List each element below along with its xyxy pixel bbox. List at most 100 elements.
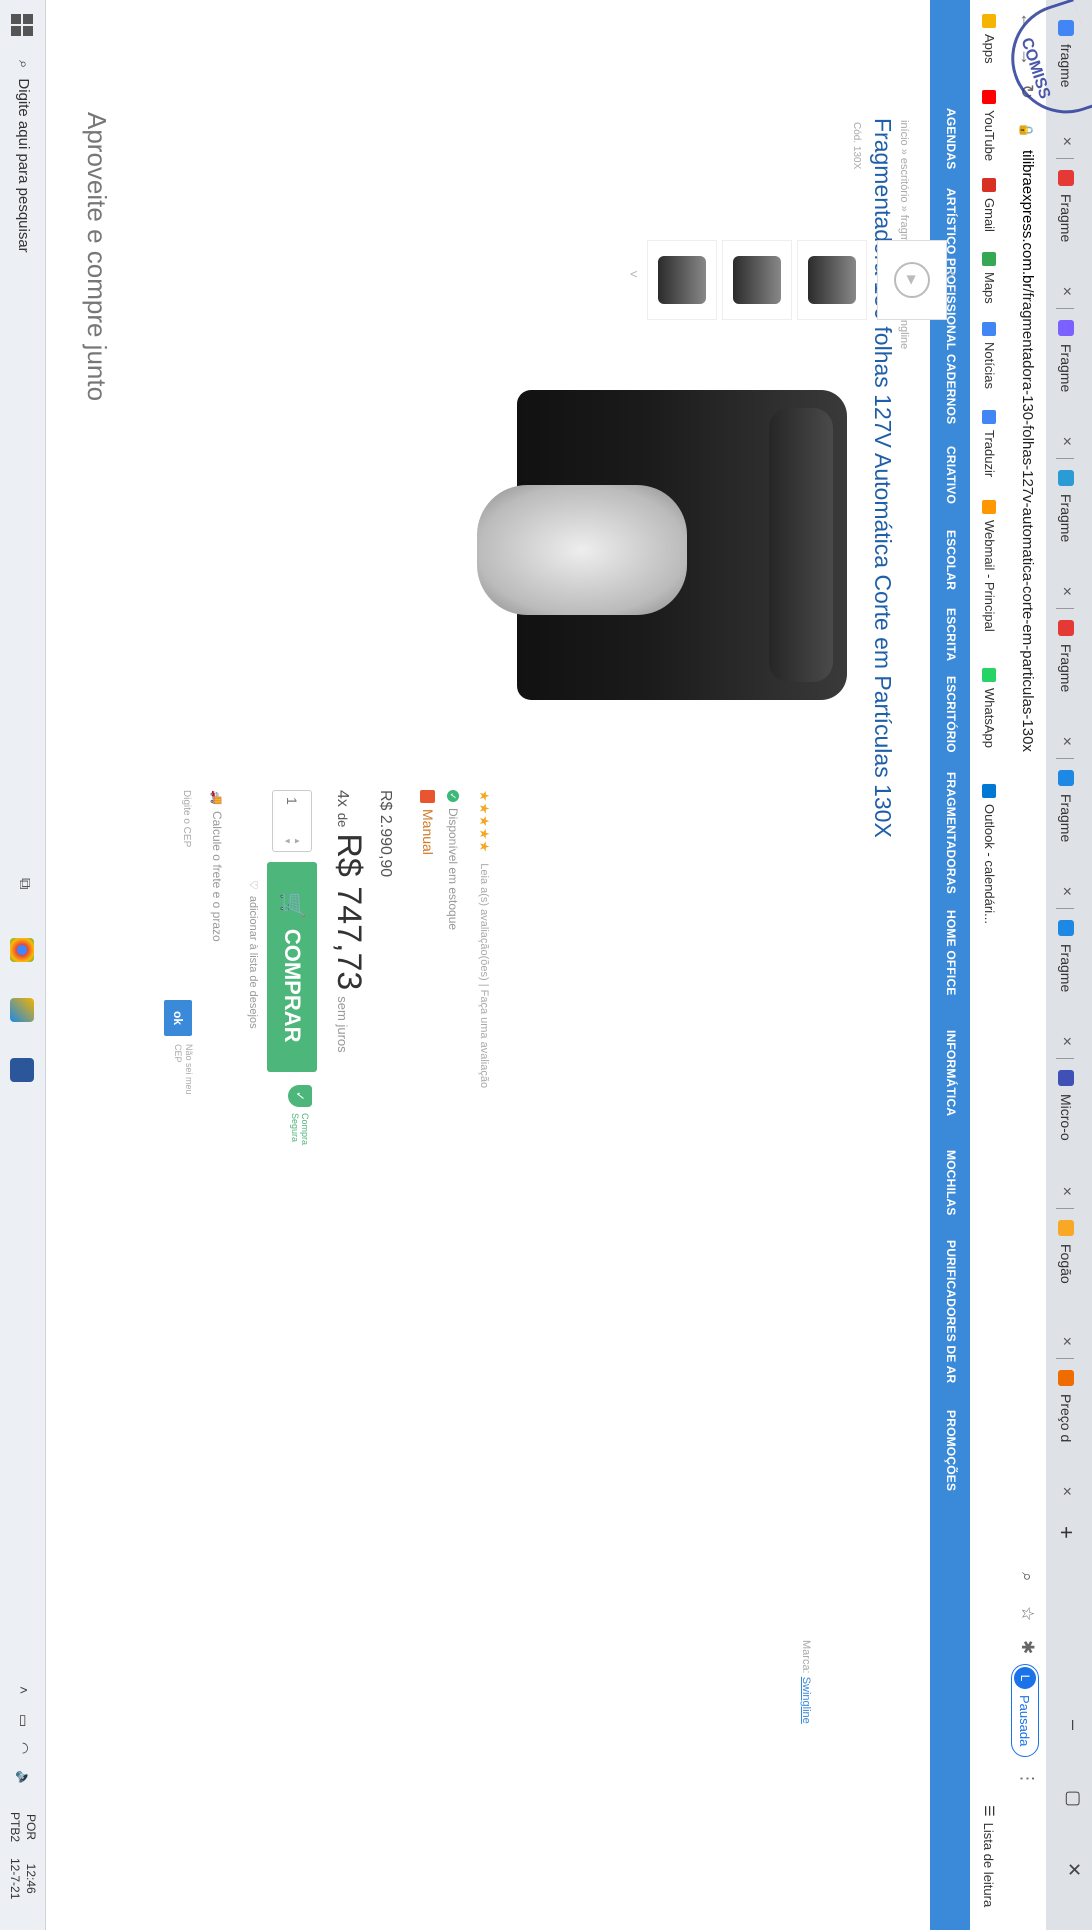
tab-close-icon[interactable]: × bbox=[1057, 737, 1075, 746]
category-item[interactable]: ESCRITÓRIO bbox=[944, 676, 958, 753]
battery-icon[interactable]: ▭ bbox=[15, 1714, 32, 1727]
category-item[interactable]: PROMOÇÕES bbox=[944, 1410, 958, 1491]
installment-price: 4x de R$ 747,73 sem juros bbox=[329, 790, 368, 1053]
category-item[interactable]: CADERNOS bbox=[944, 354, 958, 424]
tab-close-icon[interactable]: × bbox=[1057, 137, 1075, 146]
chrome-taskbar-icon[interactable] bbox=[10, 938, 34, 962]
product-thumbnail-image bbox=[808, 256, 856, 304]
maximize-button[interactable]: ▢ bbox=[1063, 1790, 1084, 1807]
chevron-down-icon[interactable]: ˅ bbox=[626, 270, 642, 278]
language-indicator[interactable]: POR PTB2 bbox=[7, 1812, 39, 1842]
tab-close-icon[interactable]: × bbox=[1057, 1187, 1075, 1196]
quantity-stepper[interactable]: 1 ▲ ▼ bbox=[272, 790, 312, 852]
bookmark-icon bbox=[982, 500, 997, 514]
tab-close-icon[interactable]: × bbox=[1057, 587, 1075, 596]
tab-favicon-icon bbox=[1058, 770, 1074, 786]
product-window bbox=[477, 485, 687, 615]
brand-info: Marca: Swingline bbox=[800, 1640, 812, 1724]
bookmark-item[interactable]: Gmail bbox=[982, 178, 997, 232]
volume-icon[interactable]: 🔈 bbox=[15, 1770, 32, 1787]
zoom-icon[interactable]: ⌕ bbox=[1017, 1572, 1037, 1582]
category-item[interactable]: CRIATIVO bbox=[944, 446, 958, 504]
explorer-taskbar-icon[interactable] bbox=[10, 998, 34, 1022]
star-icon[interactable]: ☆ bbox=[1017, 1606, 1037, 1621]
page-title: Fragmentadora 130 folhas 127V Automática… bbox=[870, 118, 896, 838]
tab-separator bbox=[1056, 1208, 1074, 1209]
bookmark-item[interactable]: Notícias bbox=[982, 322, 997, 389]
minimize-button[interactable]: – bbox=[1063, 1720, 1084, 1730]
tab-close-icon[interactable]: × bbox=[1057, 287, 1075, 296]
tab-favicon-icon bbox=[1058, 920, 1074, 936]
bookmark-item[interactable]: Maps bbox=[982, 252, 997, 304]
bookmark-item[interactable]: Traduzir bbox=[982, 410, 997, 477]
browser-tab[interactable]: Fragme × bbox=[1050, 460, 1082, 606]
window-close-button[interactable]: ✕ bbox=[1063, 1862, 1084, 1877]
tab-close-icon[interactable]: × bbox=[1057, 1037, 1075, 1046]
taskbar-search[interactable]: ⌕ Digite aqui para pesquisar bbox=[15, 60, 32, 253]
thumbnail-3[interactable] bbox=[647, 240, 717, 320]
category-item[interactable]: AGENDAS bbox=[944, 108, 958, 169]
bookmark-label: Outlook - calendári... bbox=[982, 804, 997, 924]
cep-input[interactable]: Digite o CEP bbox=[181, 790, 192, 847]
shield-icon: ✓ bbox=[288, 1085, 312, 1107]
tab-separator bbox=[1056, 458, 1074, 459]
thumbnail-1[interactable] bbox=[797, 240, 867, 320]
start-button[interactable] bbox=[11, 14, 33, 36]
category-item[interactable]: HOME OFFICE bbox=[944, 910, 958, 996]
manual-link[interactable]: Manual bbox=[420, 790, 436, 855]
bookmark-icon bbox=[982, 252, 997, 266]
tab-close-icon[interactable]: × bbox=[1057, 1337, 1075, 1346]
browser-tab[interactable]: Fragme × bbox=[1050, 310, 1082, 456]
rating: ★★★★★ Leia a(s) avaliação(ões) | Faça um… bbox=[476, 790, 492, 1088]
profile-button[interactable]: L Pausada bbox=[1011, 1664, 1039, 1758]
thumbnail-2[interactable] bbox=[722, 240, 792, 320]
rating-links[interactable]: Leia a(s) avaliação(ões) | Faça uma aval… bbox=[478, 863, 490, 1088]
url-field[interactable]: tilibraexpress.com.br/fragmentadora-130-… bbox=[1019, 150, 1036, 752]
wifi-icon[interactable]: ◠ bbox=[15, 1742, 32, 1754]
extensions-icon[interactable]: ✱ bbox=[1017, 1640, 1037, 1654]
bookmark-item[interactable]: YouTube bbox=[982, 90, 997, 161]
buy-button[interactable]: 🛒 COMPRAR bbox=[267, 862, 317, 1072]
category-item[interactable]: ESCRITA bbox=[944, 608, 958, 661]
bookmark-item[interactable]: WhatsApp bbox=[982, 668, 997, 748]
wishlist-label: adicionar à lista de desejos bbox=[247, 895, 260, 1029]
chevron-up-tray-icon[interactable]: ˄ bbox=[16, 1686, 32, 1694]
browser-tab[interactable]: Fogão × bbox=[1050, 1210, 1082, 1356]
bookmark-item[interactable]: Outlook - calendári... bbox=[982, 784, 997, 924]
ok-button[interactable]: ok bbox=[164, 1000, 192, 1036]
tab-close-icon[interactable]: × bbox=[1057, 437, 1075, 446]
menu-icon[interactable]: ⋮ bbox=[1017, 1770, 1037, 1787]
category-item[interactable]: INFORMÁTICA bbox=[944, 1030, 958, 1116]
category-item[interactable]: PURIFICADORES DE AR bbox=[944, 1240, 958, 1383]
no-cep-link[interactable]: Não sei meu CEP bbox=[172, 1044, 194, 1104]
word-taskbar-icon[interactable] bbox=[10, 1058, 34, 1082]
bookmark-icon bbox=[982, 784, 997, 798]
browser-tab[interactable]: Fragme × bbox=[1050, 160, 1082, 306]
product-main-image[interactable] bbox=[477, 390, 847, 700]
new-tab-button[interactable]: + bbox=[1050, 1516, 1082, 1549]
bookmark-item[interactable]: Webmail - Principal bbox=[982, 500, 997, 632]
brand-link[interactable]: Swingline bbox=[800, 1677, 812, 1724]
reading-list-button[interactable]: ☰ Lista de leitura bbox=[981, 1805, 998, 1907]
browser-tab[interactable]: Fragme × bbox=[1050, 910, 1082, 1056]
category-item[interactable]: FRAGMENTADORAS bbox=[944, 772, 958, 894]
browser-tab[interactable]: Fragme × bbox=[1050, 760, 1082, 906]
wishlist-link[interactable]: ♡ adicionar à lista de desejos bbox=[247, 880, 260, 1029]
installment-de: de bbox=[335, 812, 350, 828]
browser-tab[interactable]: Micro-o × bbox=[1050, 1060, 1082, 1206]
tab-separator bbox=[1056, 908, 1074, 909]
tab-close-icon[interactable]: × bbox=[1057, 1487, 1075, 1496]
browser-tab[interactable]: Fragme × bbox=[1050, 610, 1082, 756]
browser-tab[interactable]: Preço d × bbox=[1050, 1360, 1082, 1506]
category-item[interactable]: ESCOLAR bbox=[944, 530, 958, 590]
task-view-icon[interactable]: ⧉ bbox=[15, 878, 33, 889]
bookmark-item[interactable]: Apps bbox=[982, 14, 997, 64]
bookmark-icon bbox=[982, 14, 997, 28]
category-item[interactable]: MOCHILAS bbox=[944, 1150, 958, 1216]
stepper-arrows-icon[interactable]: ▲ ▼ bbox=[282, 837, 302, 845]
bookmark-label: Gmail bbox=[982, 198, 997, 232]
clock[interactable]: 12:46 12-7-21 bbox=[7, 1858, 39, 1899]
installment-value: R$ 747,73 bbox=[330, 833, 368, 991]
thumbnail-video[interactable]: ▶ bbox=[877, 240, 947, 320]
tab-close-icon[interactable]: × bbox=[1057, 887, 1075, 896]
